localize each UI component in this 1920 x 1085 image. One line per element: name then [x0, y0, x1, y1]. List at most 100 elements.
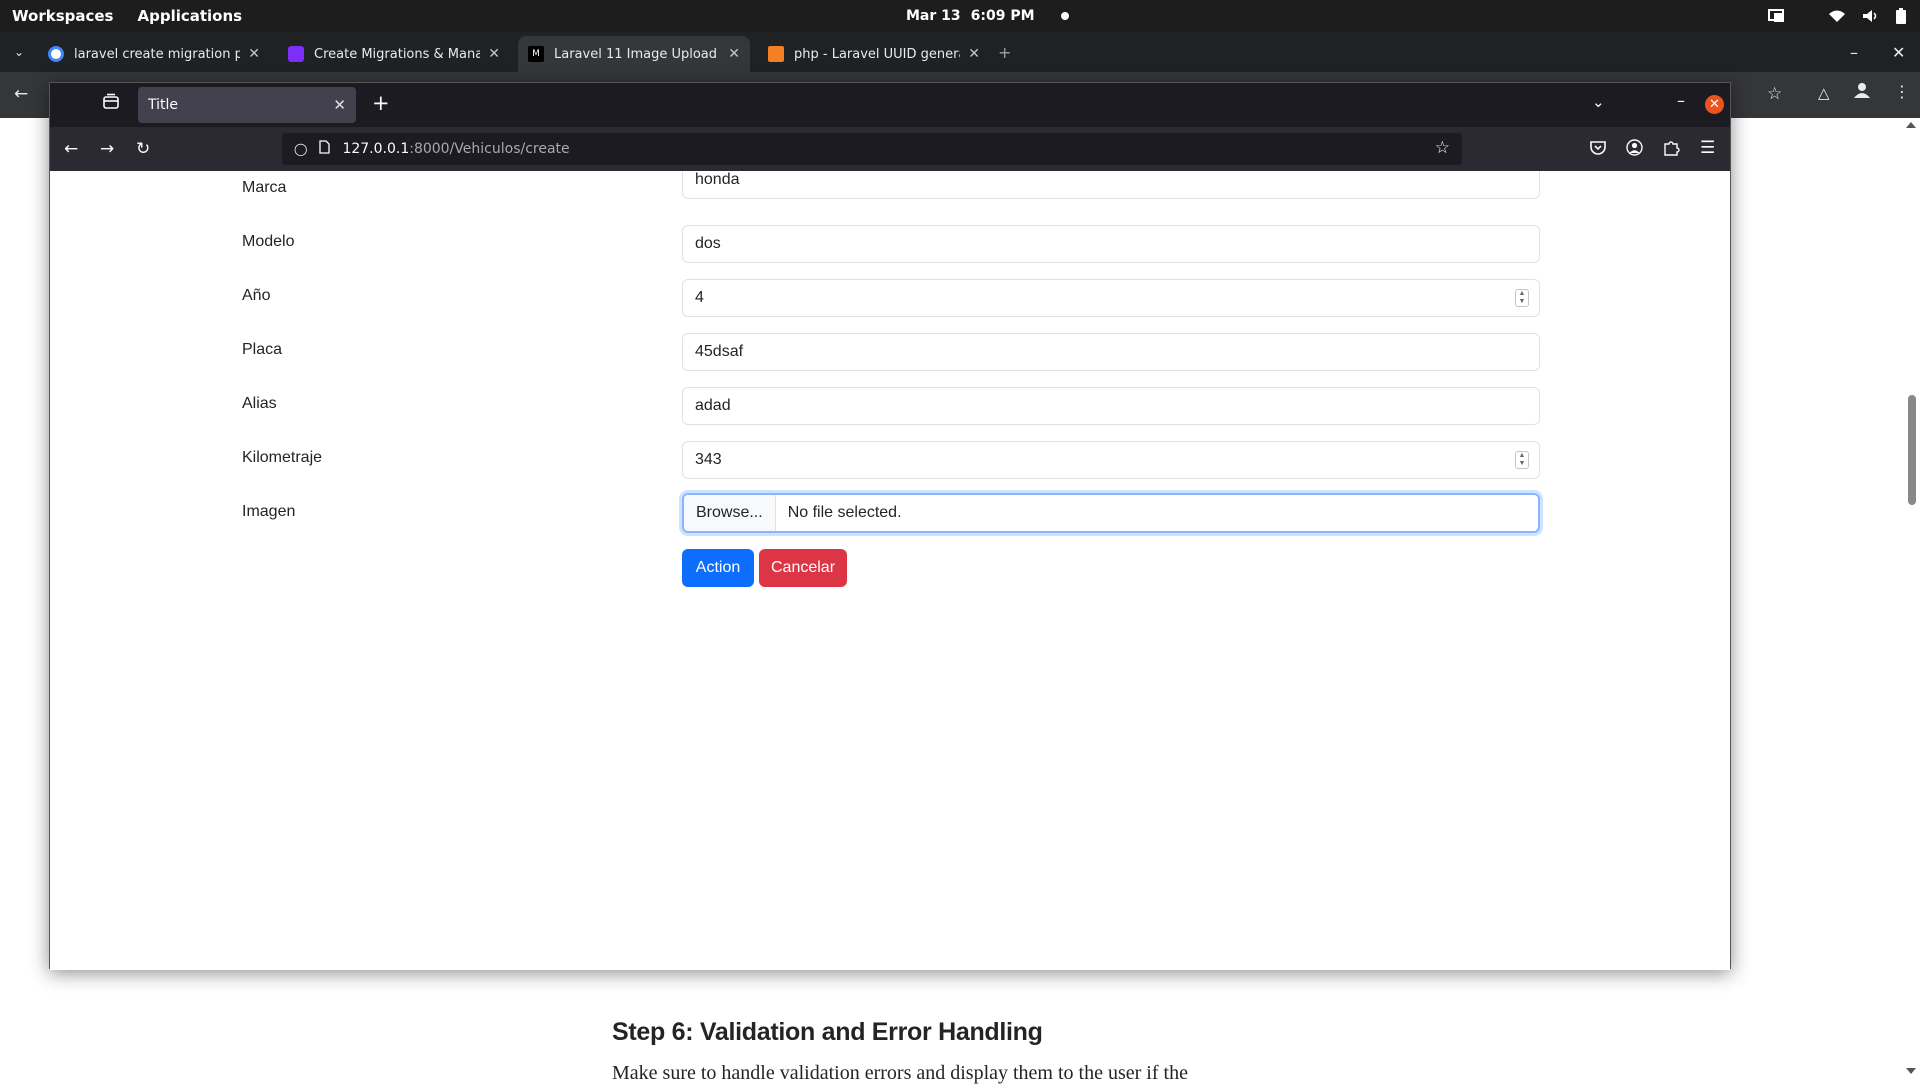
close-icon[interactable]: ✕	[728, 46, 740, 62]
action-button[interactable]: Action	[682, 549, 754, 587]
chrome-tab-2[interactable]: Create Migrations & Manage ✕	[278, 36, 510, 72]
modelo-input[interactable]: dos	[682, 225, 1540, 263]
extensions-icon[interactable]	[1663, 139, 1680, 160]
battery-icon[interactable]	[1896, 8, 1906, 24]
number-spinner-icon[interactable]: ▲ ▼	[1515, 451, 1529, 469]
browse-button[interactable]: Browse...	[684, 495, 776, 531]
close-icon[interactable]: ✕	[248, 46, 260, 62]
back-arrow-icon[interactable]: ←	[64, 139, 78, 159]
form-actions: Action Cancelar	[50, 549, 1730, 589]
forward-arrow-icon[interactable]: →	[100, 139, 114, 159]
screen-share-icon[interactable]	[1768, 8, 1786, 24]
placa-input[interactable]: 45dsaf	[682, 333, 1540, 371]
modelo-label: Modelo	[242, 233, 295, 250]
form-row-imagen: Imagen Browse... No file selected.	[50, 493, 1730, 533]
close-icon[interactable]: ✕	[333, 96, 346, 114]
vehicle-create-form: Marca honda Modelo dos Año 4 ▲ ▼ Placa 45…	[50, 171, 1730, 970]
url-host: 127.0.0.1	[342, 141, 410, 157]
system-top-bar: Workspaces Applications Mar 13 6:09 PM	[0, 0, 1920, 32]
google-favicon-icon	[48, 46, 64, 62]
clock[interactable]: Mar 13 6:09 PM	[906, 0, 1069, 32]
ano-value: 4	[695, 289, 704, 306]
new-tab-button[interactable]: +	[998, 32, 1011, 72]
applications-menu[interactable]: Applications	[137, 7, 242, 25]
profile-icon[interactable]	[1854, 82, 1870, 102]
number-spinner-icon[interactable]: ▲ ▼	[1515, 289, 1529, 307]
firefox-window: Title ✕ + ⌄ – ✕ ← → ↻ ◯ 127.0.0.1:8000/V…	[49, 82, 1731, 970]
firefox-tab-label: Title	[148, 97, 179, 113]
bookmark-star-icon[interactable]: ☆	[1767, 84, 1782, 104]
marca-label: Marca	[242, 179, 287, 196]
modelo-value: dos	[695, 235, 721, 252]
placa-label: Placa	[242, 341, 283, 358]
placa-value: 45dsaf	[695, 343, 744, 360]
labs-flask-icon[interactable]: △	[1818, 84, 1830, 102]
chrome-tab-strip: ⌄ laravel create migration pat ✕ Create …	[0, 32, 1920, 72]
firefox-view-icon[interactable]	[102, 93, 120, 115]
tab-search-chevron-icon[interactable]: ⌄	[14, 32, 24, 72]
alias-label: Alias	[242, 395, 277, 412]
volume-icon[interactable]	[1862, 9, 1880, 23]
form-row-modelo: Modelo dos	[50, 223, 1730, 263]
chrome-tab-1[interactable]: laravel create migration pat ✕	[38, 36, 270, 72]
marca-input[interactable]: honda	[682, 171, 1540, 199]
notification-dot	[1060, 12, 1069, 20]
alias-input[interactable]: adad	[682, 387, 1540, 425]
clock-date: Mar 13	[906, 8, 961, 24]
cancel-button[interactable]: Cancelar	[759, 549, 847, 587]
chrome-tab-title: Laravel 11 Image Upload Exa	[554, 46, 720, 62]
workspaces-menu[interactable]: Workspaces	[12, 7, 113, 25]
list-all-tabs-chevron-icon[interactable]: ⌄	[1592, 93, 1605, 111]
chrome-tab-3[interactable]: M Laravel 11 Image Upload Exa ✕	[518, 36, 750, 72]
url-bar[interactable]: ◯ 127.0.0.1:8000/Vehiculos/create ☆	[282, 133, 1462, 165]
form-row-placa: Placa 45dsaf	[50, 331, 1730, 371]
minimize-icon[interactable]: –	[1850, 32, 1858, 72]
firefox-tab-bar: Title ✕ + ⌄ – ✕	[50, 83, 1730, 127]
ano-number-input[interactable]: 4 ▲ ▼	[682, 279, 1540, 317]
url-path: :8000/Vehiculos/create	[409, 141, 570, 157]
imagen-label: Imagen	[242, 503, 296, 520]
back-arrow-icon[interactable]: ←	[14, 84, 28, 104]
site-favicon-icon	[288, 46, 304, 62]
firefox-nav-bar: ← → ↻ ◯ 127.0.0.1:8000/Vehiculos/create …	[50, 127, 1730, 171]
imagen-file-input[interactable]: Browse... No file selected.	[682, 493, 1540, 533]
kilometraje-value: 343	[695, 451, 722, 468]
reload-icon[interactable]: ↻	[136, 139, 150, 159]
article-paragraph: Make sure to handle validation errors an…	[612, 1062, 1188, 1084]
form-row-ano: Año 4 ▲ ▼	[50, 277, 1730, 317]
wifi-icon[interactable]	[1828, 9, 1846, 23]
form-row-marca: Marca honda	[50, 171, 1730, 209]
hamburger-menu-icon[interactable]: ☰	[1700, 138, 1715, 158]
window-close-icon[interactable]: ✕	[1892, 32, 1905, 72]
system-tray[interactable]	[1768, 0, 1906, 32]
chrome-tab-title: php - Laravel UUID generatio	[794, 46, 960, 62]
firefox-tab-title[interactable]: Title ✕	[138, 87, 356, 123]
page-scrollbar-thumb[interactable]	[1908, 395, 1916, 505]
new-tab-plus-icon[interactable]: +	[372, 91, 390, 115]
medium-favicon-icon: M	[528, 46, 544, 62]
article-heading: Step 6: Validation and Error Handling	[612, 1018, 1043, 1046]
minimize-icon[interactable]: –	[1677, 91, 1685, 110]
chrome-tab-title: Create Migrations & Manage	[314, 46, 481, 62]
window-close-icon[interactable]: ✕	[1705, 95, 1724, 114]
scroll-down-arrow-icon[interactable]	[1906, 1068, 1916, 1074]
chrome-tab-4[interactable]: php - Laravel UUID generatio ✕	[758, 36, 990, 72]
shield-icon[interactable]: ◯	[294, 142, 307, 156]
ano-label: Año	[242, 287, 271, 304]
clock-time: 6:09 PM	[970, 8, 1035, 24]
chrome-menu-icon[interactable]: ⋮	[1894, 82, 1910, 101]
page-icon[interactable]	[319, 140, 331, 158]
chrome-tab-title: laravel create migration pat	[74, 46, 241, 62]
kilometraje-label: Kilometraje	[242, 449, 323, 466]
kilometraje-number-input[interactable]: 343 ▲ ▼	[682, 441, 1540, 479]
pocket-icon[interactable]	[1590, 140, 1606, 160]
form-row-alias: Alias adad	[50, 385, 1730, 425]
bookmark-star-icon[interactable]: ☆	[1435, 138, 1450, 158]
form-row-kilometraje: Kilometraje 343 ▲ ▼	[50, 439, 1730, 479]
close-icon[interactable]: ✕	[488, 46, 500, 62]
close-icon[interactable]: ✕	[968, 46, 980, 62]
marca-value: honda	[695, 171, 740, 188]
account-icon[interactable]	[1626, 139, 1643, 160]
alias-value: adad	[695, 397, 731, 414]
scroll-up-arrow-icon[interactable]	[1906, 122, 1916, 128]
